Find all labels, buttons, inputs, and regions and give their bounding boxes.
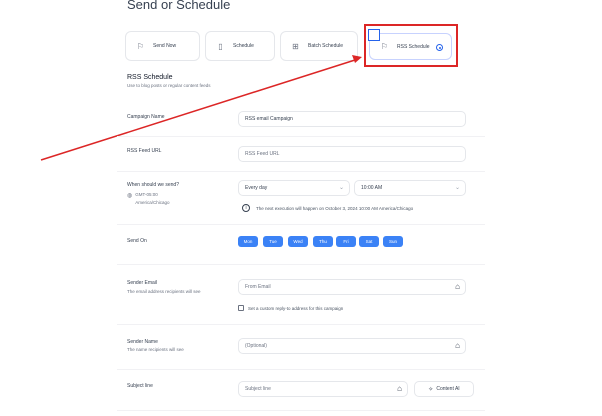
tag-icon[interactable]: ⌂ xyxy=(397,384,402,393)
sender-name-placeholder: (Optional) xyxy=(245,343,267,349)
day-toggle-sat[interactable]: Sat xyxy=(359,236,379,247)
timezone-name: America/Chicago xyxy=(135,200,170,205)
time-select[interactable]: 10:00 AM ⌄ xyxy=(354,180,466,196)
sender-name-description: The name recipients will see xyxy=(127,347,184,352)
timezone-block: ◍ GMT-05:00 America/Chicago xyxy=(127,192,170,205)
sender-email-label: Sender Email xyxy=(127,280,158,286)
day-toggle-thu[interactable]: Thu xyxy=(313,236,333,247)
divider xyxy=(117,224,485,225)
section-title: RSS Schedule xyxy=(127,74,173,81)
campaign-name-label: Campaign Name xyxy=(127,114,165,120)
sender-name-label: Sender Name xyxy=(127,339,158,345)
day-toggle-wed[interactable]: Wed xyxy=(288,236,308,247)
divider xyxy=(117,369,485,370)
reply-to-checkbox[interactable] xyxy=(238,305,244,311)
when-label: When should we send? xyxy=(127,182,179,188)
info-icon: i xyxy=(242,204,250,212)
tag-icon[interactable]: ⌂ xyxy=(455,341,460,350)
frequency-value: Every day xyxy=(245,185,268,191)
rss-feed-input[interactable]: RSS Feed URL xyxy=(238,146,466,162)
globe-icon: ◍ xyxy=(127,193,133,199)
reply-to-label: Set a custom reply-to address for this c… xyxy=(248,305,344,311)
divider xyxy=(117,136,485,137)
sender-name-input[interactable]: (Optional) ⌂ xyxy=(238,338,466,354)
section-description: Use to blog posts or regular content fee… xyxy=(127,83,211,88)
day-toggle-fri[interactable]: Fri xyxy=(336,236,356,247)
sparkle-icon: ✧ xyxy=(428,386,434,393)
divider xyxy=(117,171,485,172)
day-toggle-tue[interactable]: Tue xyxy=(263,236,283,247)
divider xyxy=(117,264,485,265)
timezone-offset: GMT-05:00 xyxy=(135,192,158,197)
subject-input[interactable]: Subject line ⌂ xyxy=(238,381,408,397)
reply-to-option[interactable]: Set a custom reply-to address for this c… xyxy=(238,305,343,311)
sender-email-description: The email address recipients will see xyxy=(127,289,201,294)
divider xyxy=(117,324,485,325)
tag-icon[interactable]: ⌂ xyxy=(455,282,460,291)
frequency-select[interactable]: Every day ⌄ xyxy=(238,180,350,196)
subject-label: Subject line xyxy=(127,383,153,389)
content-ai-label: Content AI xyxy=(436,386,460,392)
sender-email-placeholder: From Email xyxy=(245,284,271,290)
send-on-label: Send On xyxy=(127,238,147,244)
next-execution-info: i The next execution will happen on Octo… xyxy=(242,204,413,212)
rss-feed-label: RSS Feed URL xyxy=(127,148,162,154)
time-value: 10:00 AM xyxy=(361,185,383,191)
sender-email-input[interactable]: From Email ⌂ xyxy=(238,279,466,295)
rss-feed-placeholder: RSS Feed URL xyxy=(245,151,280,157)
subject-placeholder: Subject line xyxy=(245,386,271,392)
day-toggle-mon[interactable]: Mon xyxy=(238,236,258,247)
campaign-name-input[interactable]: RSS email Campaign xyxy=(238,111,466,127)
divider xyxy=(117,410,485,411)
day-toggle-sun[interactable]: Sun xyxy=(383,236,403,247)
campaign-name-value: RSS email Campaign xyxy=(245,116,293,122)
chevron-down-icon: ⌄ xyxy=(338,185,344,191)
next-execution-text: The next execution will happen on Octobe… xyxy=(256,205,414,211)
chevron-down-icon: ⌄ xyxy=(454,185,460,191)
content-ai-button[interactable]: ✧ Content AI xyxy=(414,381,474,397)
